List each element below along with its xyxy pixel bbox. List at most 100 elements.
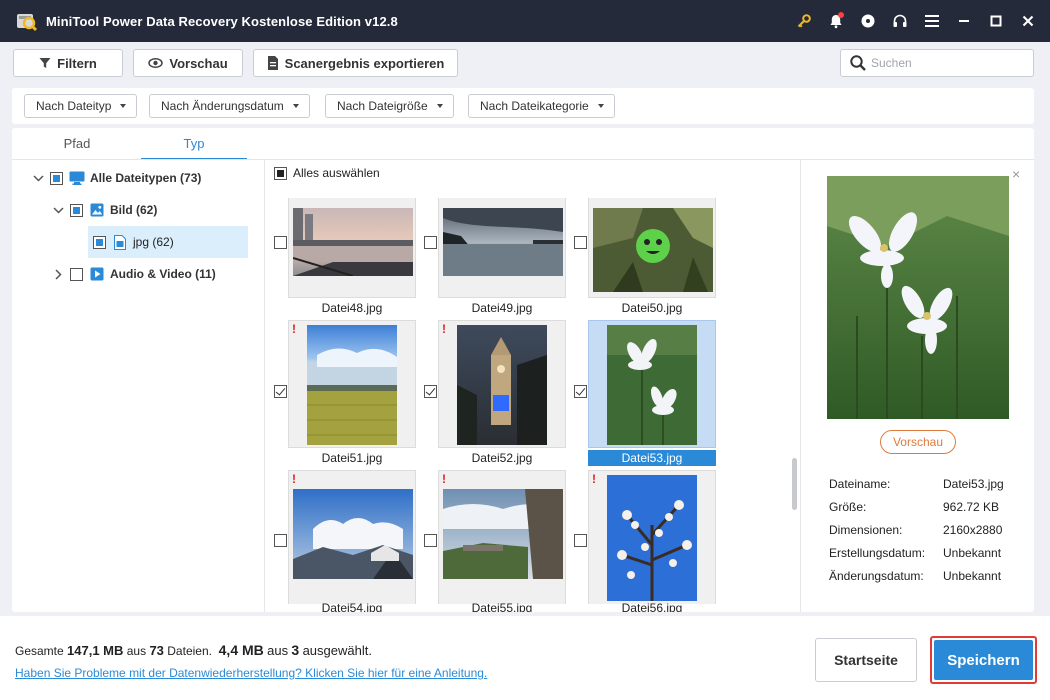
notification-dot — [838, 12, 844, 18]
monitor-icon — [69, 170, 85, 186]
select-all-label: Alles auswählen — [293, 166, 380, 180]
tree-item-image[interactable]: Bild (62) — [52, 194, 262, 226]
tree-label-image: Bild (62) — [110, 203, 158, 217]
menu-icon[interactable] — [916, 5, 948, 37]
image-checkbox[interactable] — [70, 203, 83, 217]
file-name-datei56[interactable]: Datei56.jpg — [588, 600, 716, 612]
export-button[interactable]: Scanergebnis exportieren — [253, 49, 458, 77]
preview-toolbar-label: Vorschau — [169, 55, 228, 71]
info-row-filename: Dateiname: Datei53.jpg — [829, 473, 1019, 496]
audio-video-checkbox[interactable] — [70, 267, 83, 281]
file-tile-datei50[interactable] — [588, 198, 716, 298]
tree-item-jpg[interactable]: jpg (62) — [88, 226, 248, 258]
file-name-datei54[interactable]: Datei54.jpg — [288, 600, 416, 612]
filter-by-type-dropdown[interactable]: Nach Dateityp — [24, 94, 138, 118]
file-tile-datei49[interactable] — [438, 198, 566, 298]
jpg-checkbox[interactable] — [93, 235, 106, 249]
filter-by-type-label: Nach Dateityp — [36, 99, 112, 113]
key-icon[interactable] — [788, 5, 820, 37]
save-button-highlight: Speichern — [930, 636, 1037, 684]
help-link[interactable]: Haben Sie Probleme mit der Datenwiederhe… — [15, 666, 487, 680]
file-checkbox-datei48[interactable] — [274, 236, 287, 249]
file-name-datei52[interactable]: Datei52.jpg — [438, 450, 566, 466]
tab-path[interactable]: Pfad — [24, 128, 130, 160]
thumbnail-image — [307, 325, 397, 445]
file-name-datei55[interactable]: Datei55.jpg — [438, 600, 566, 612]
tab-type[interactable]: Typ — [141, 128, 247, 160]
filter-by-date-dropdown[interactable]: Nach Änderungsdatum — [149, 94, 310, 118]
title-bar: MiniTool Power Data Recovery Kostenlose … — [0, 0, 1050, 42]
filter-button[interactable]: Filtern — [13, 49, 123, 77]
file-name-datei51[interactable]: Datei51.jpg — [288, 450, 416, 466]
file-tile-datei55[interactable]: ! — [438, 470, 566, 604]
tree-item-audio-video[interactable]: Audio & Video (11) — [52, 258, 262, 290]
caret-down-icon — [436, 104, 443, 108]
selected-size: 4,4 MB — [218, 642, 264, 658]
filter-by-size-label: Nach Dateigröße — [337, 99, 428, 113]
thumbnail-image — [593, 208, 713, 292]
file-tile-datei48[interactable] — [288, 198, 416, 298]
file-name-datei49[interactable]: Datei49.jpg — [438, 300, 566, 316]
all-types-checkbox[interactable] — [50, 171, 63, 185]
chevron-down-icon[interactable] — [52, 204, 64, 216]
warning-icon: ! — [442, 472, 446, 486]
file-checkbox-datei54[interactable] — [274, 534, 287, 547]
toolbar: Filtern Vorschau Scanergebnis exportiere… — [0, 42, 1050, 86]
warning-icon: ! — [442, 322, 446, 336]
chevron-right-icon[interactable] — [52, 268, 64, 280]
preview-toolbar-button[interactable]: Vorschau — [133, 49, 243, 77]
selected-count: 3 — [291, 642, 300, 658]
file-tile-datei54[interactable]: ! — [288, 470, 416, 604]
info-row-dimensions: Dimensionen: 2160x2880 — [829, 519, 1019, 542]
media-icon — [89, 266, 105, 282]
total-suffix: Dateien. — [167, 644, 212, 658]
window-title: MiniTool Power Data Recovery Kostenlose … — [46, 13, 398, 29]
search-box[interactable] — [840, 49, 1034, 77]
info-row-modified: Änderungsdatum: Unbekannt — [829, 565, 1019, 588]
disc-icon[interactable] — [852, 5, 884, 37]
select-all-checkbox[interactable] — [274, 166, 287, 180]
save-button[interactable]: Speichern — [934, 640, 1033, 680]
minimize-icon[interactable] — [948, 5, 980, 37]
preview-button[interactable]: Vorschau — [880, 430, 956, 454]
file-tile-datei51[interactable]: ! — [288, 320, 416, 448]
file-tile-datei52[interactable]: ! — [438, 320, 566, 448]
preview-close-icon[interactable]: × — [1012, 166, 1020, 182]
filter-label: Filtern — [57, 55, 97, 71]
thumbnail-image — [607, 325, 697, 445]
file-tile-datei53[interactable] — [588, 320, 716, 448]
info-key: Erstellungsdatum: — [829, 546, 926, 560]
file-checkbox-datei51[interactable] — [274, 385, 287, 398]
file-name-datei50[interactable]: Datei50.jpg — [588, 300, 716, 316]
file-checkbox-datei52[interactable] — [424, 385, 437, 398]
file-checkbox-datei50[interactable] — [574, 236, 587, 249]
grid-scrollbar[interactable] — [792, 458, 797, 510]
info-value: 962.72 KB — [943, 500, 1000, 514]
filter-by-category-dropdown[interactable]: Nach Dateikategorie — [468, 94, 615, 118]
close-icon[interactable] — [1012, 5, 1044, 37]
tree-item-all-types[interactable]: Alle Dateitypen (73) — [32, 162, 262, 194]
file-checkbox-datei55[interactable] — [424, 534, 437, 547]
thumbnail-grid: Alles auswählen Datei48.jpg Datei49.jpg … — [266, 160, 800, 612]
select-all[interactable]: Alles auswählen — [274, 166, 380, 180]
headset-icon[interactable] — [884, 5, 916, 37]
maximize-icon[interactable] — [980, 5, 1012, 37]
app-logo-icon — [14, 9, 38, 33]
file-name-datei53[interactable]: Datei53.jpg — [588, 450, 716, 466]
bell-icon[interactable] — [820, 5, 852, 37]
search-input[interactable] — [871, 56, 1031, 70]
file-tile-datei56[interactable]: ! — [588, 470, 716, 604]
selection-summary: Gesamte 147,1 MB aus 73 Dateien. 4,4 MB … — [15, 642, 372, 658]
filter-by-size-dropdown[interactable]: Nach Dateigröße — [325, 94, 454, 118]
file-checkbox-datei56[interactable] — [574, 534, 587, 547]
home-button[interactable]: Startseite — [815, 638, 917, 682]
warning-icon: ! — [292, 322, 296, 336]
file-checkbox-datei49[interactable] — [424, 236, 437, 249]
file-name-datei48[interactable]: Datei48.jpg — [288, 300, 416, 316]
chevron-down-icon[interactable] — [32, 172, 44, 184]
file-type-tree: Alle Dateitypen (73) Bild (62) jpg (62) … — [12, 160, 264, 612]
funnel-icon — [39, 58, 51, 68]
search-icon — [850, 55, 866, 71]
file-checkbox-datei53[interactable] — [574, 385, 587, 398]
info-key: Dimensionen: — [829, 523, 903, 537]
